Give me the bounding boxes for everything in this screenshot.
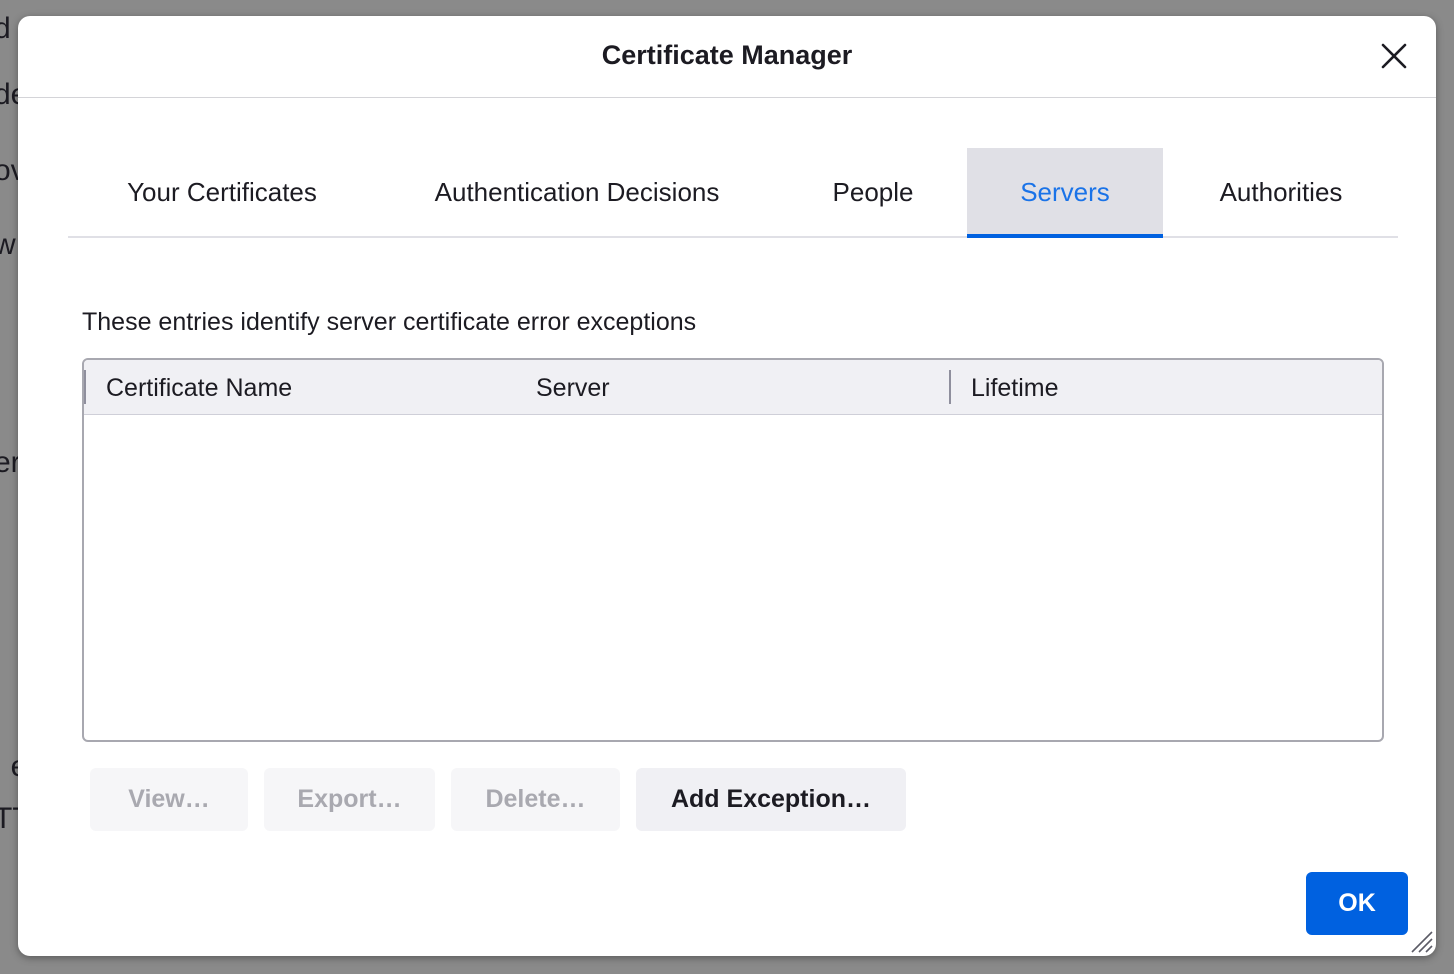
tab-servers[interactable]: Servers (967, 148, 1163, 238)
export-button[interactable]: Export… (264, 768, 435, 831)
tab-authorities[interactable]: Authorities (1198, 148, 1364, 236)
resize-grip-icon[interactable] (1408, 928, 1434, 954)
column-separator[interactable] (84, 370, 86, 404)
certificate-tabs: Your Certificates Authentication Decisio… (68, 148, 1398, 238)
column-header-certificate-name[interactable]: Certificate Name (106, 360, 292, 414)
table-body[interactable] (84, 415, 1382, 740)
tab-your-certificates[interactable]: Your Certificates (96, 148, 348, 236)
server-exceptions-table[interactable]: Certificate Name Server Lifetime (82, 358, 1384, 742)
background-text-fragment: d (0, 12, 11, 45)
close-button[interactable] (1378, 40, 1410, 72)
certificate-manager-dialog: Certificate Manager Your Certificates Au… (18, 16, 1436, 956)
column-separator[interactable] (949, 370, 951, 404)
add-exception-button[interactable]: Add Exception… (636, 768, 906, 831)
dialog-title: Certificate Manager (601, 40, 853, 70)
tab-authentication-decisions[interactable]: Authentication Decisions (404, 148, 750, 236)
panel-description: These entries identify server certificat… (82, 308, 697, 336)
column-header-server[interactable]: Server (536, 360, 610, 414)
ok-button[interactable]: OK (1306, 872, 1408, 935)
close-icon (1381, 43, 1407, 69)
delete-button[interactable]: Delete… (451, 768, 620, 831)
dialog-titlebar: Certificate Manager (18, 16, 1436, 98)
column-header-lifetime[interactable]: Lifetime (971, 360, 1059, 414)
tab-people[interactable]: People (806, 148, 940, 236)
background-text-fragment: w (0, 228, 16, 261)
view-button[interactable]: View… (90, 768, 248, 831)
table-header: Certificate Name Server Lifetime (84, 360, 1382, 415)
